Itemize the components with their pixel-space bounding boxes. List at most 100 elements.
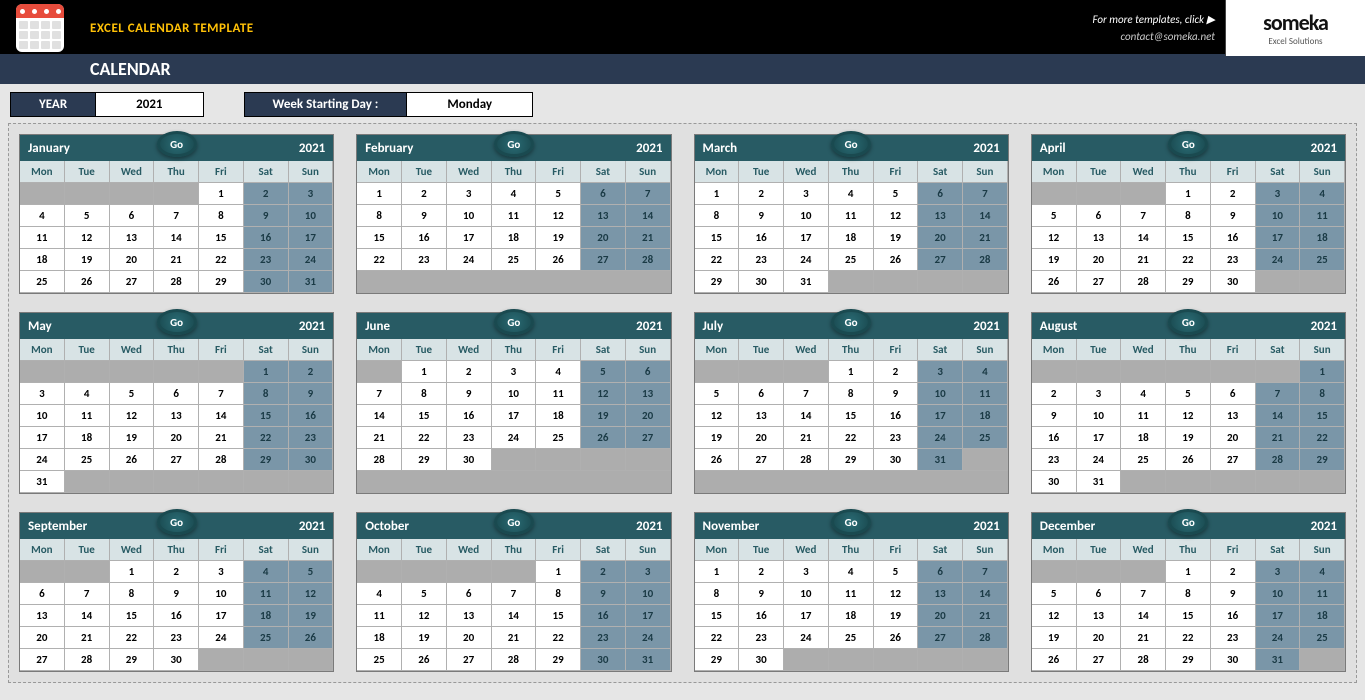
day-cell[interactable]: 27: [1077, 271, 1122, 293]
day-cell[interactable]: 4: [357, 583, 402, 605]
day-cell[interactable]: 10: [1256, 205, 1301, 227]
day-cell[interactable]: 13: [581, 205, 626, 227]
day-cell[interactable]: 26: [110, 449, 155, 471]
day-cell[interactable]: 16: [244, 227, 289, 249]
day-cell[interactable]: 26: [874, 627, 919, 649]
day-cell[interactable]: 24: [199, 627, 244, 649]
day-cell[interactable]: 7: [1256, 383, 1301, 405]
day-cell[interactable]: 17: [199, 605, 244, 627]
day-cell[interactable]: 6: [1077, 583, 1122, 605]
day-cell[interactable]: 13: [447, 605, 492, 627]
day-cell[interactable]: 9: [739, 583, 784, 605]
day-cell[interactable]: 19: [289, 605, 334, 627]
day-cell[interactable]: 17: [447, 227, 492, 249]
day-cell[interactable]: 19: [1032, 249, 1077, 271]
day-cell[interactable]: 16: [739, 605, 784, 627]
day-cell[interactable]: 14: [1256, 405, 1301, 427]
day-cell[interactable]: 2: [447, 361, 492, 383]
day-cell[interactable]: 1: [1166, 183, 1211, 205]
day-cell[interactable]: 22: [1300, 427, 1345, 449]
day-cell[interactable]: 12: [65, 227, 110, 249]
day-cell[interactable]: 10: [447, 205, 492, 227]
day-cell[interactable]: 25: [1300, 249, 1345, 271]
day-cell[interactable]: 3: [289, 183, 334, 205]
go-button[interactable]: Go: [157, 509, 197, 535]
day-cell[interactable]: 7: [65, 583, 110, 605]
day-cell[interactable]: 18: [244, 605, 289, 627]
day-cell[interactable]: 19: [402, 627, 447, 649]
day-cell[interactable]: 3: [199, 561, 244, 583]
day-cell[interactable]: 1: [1166, 561, 1211, 583]
day-cell[interactable]: 23: [402, 249, 447, 271]
day-cell[interactable]: 22: [199, 249, 244, 271]
day-cell[interactable]: 7: [492, 583, 537, 605]
day-cell[interactable]: 12: [289, 583, 334, 605]
day-cell[interactable]: 1: [357, 183, 402, 205]
day-cell[interactable]: 29: [110, 649, 155, 671]
day-cell[interactable]: 24: [626, 627, 671, 649]
day-cell[interactable]: 22: [829, 427, 874, 449]
go-button[interactable]: Go: [831, 509, 871, 535]
day-cell[interactable]: 23: [1211, 249, 1256, 271]
day-cell[interactable]: 21: [154, 249, 199, 271]
day-cell[interactable]: 20: [581, 227, 626, 249]
day-cell[interactable]: 28: [963, 627, 1008, 649]
day-cell[interactable]: 12: [110, 405, 155, 427]
day-cell[interactable]: 1: [695, 561, 740, 583]
day-cell[interactable]: 13: [739, 405, 784, 427]
day-cell[interactable]: 12: [581, 383, 626, 405]
day-cell[interactable]: 7: [1121, 205, 1166, 227]
day-cell[interactable]: 10: [289, 205, 334, 227]
day-cell[interactable]: 24: [784, 627, 829, 649]
day-cell[interactable]: 18: [829, 227, 874, 249]
day-cell[interactable]: 11: [963, 383, 1008, 405]
day-cell[interactable]: 20: [1211, 427, 1256, 449]
day-cell[interactable]: 8: [1300, 383, 1345, 405]
day-cell[interactable]: 10: [626, 583, 671, 605]
day-cell[interactable]: 15: [695, 227, 740, 249]
day-cell[interactable]: 26: [695, 449, 740, 471]
day-cell[interactable]: 11: [65, 405, 110, 427]
day-cell[interactable]: 6: [739, 383, 784, 405]
day-cell[interactable]: 7: [357, 383, 402, 405]
day-cell[interactable]: 6: [1077, 205, 1122, 227]
go-button[interactable]: Go: [831, 309, 871, 335]
day-cell[interactable]: 19: [1166, 427, 1211, 449]
day-cell[interactable]: 3: [492, 361, 537, 383]
day-cell[interactable]: 18: [536, 405, 581, 427]
day-cell[interactable]: 19: [110, 427, 155, 449]
day-cell[interactable]: 10: [1256, 583, 1301, 605]
day-cell[interactable]: 16: [1211, 227, 1256, 249]
day-cell[interactable]: 25: [244, 627, 289, 649]
day-cell[interactable]: 25: [1300, 627, 1345, 649]
day-cell[interactable]: 24: [918, 427, 963, 449]
day-cell[interactable]: 30: [1211, 649, 1256, 671]
day-cell[interactable]: 1: [244, 361, 289, 383]
day-cell[interactable]: 5: [581, 361, 626, 383]
day-cell[interactable]: 27: [447, 649, 492, 671]
day-cell[interactable]: 29: [695, 649, 740, 671]
day-cell[interactable]: 31: [1077, 471, 1122, 493]
day-cell[interactable]: 23: [289, 427, 334, 449]
day-cell[interactable]: 23: [447, 427, 492, 449]
day-cell[interactable]: 24: [492, 427, 537, 449]
day-cell[interactable]: 8: [199, 205, 244, 227]
day-cell[interactable]: 10: [784, 205, 829, 227]
go-button[interactable]: Go: [494, 309, 534, 335]
day-cell[interactable]: 18: [492, 227, 537, 249]
day-cell[interactable]: 14: [357, 405, 402, 427]
day-cell[interactable]: 26: [874, 249, 919, 271]
day-cell[interactable]: 11: [829, 583, 874, 605]
day-cell[interactable]: 19: [1032, 627, 1077, 649]
day-cell[interactable]: 16: [402, 227, 447, 249]
day-cell[interactable]: 6: [626, 361, 671, 383]
day-cell[interactable]: 6: [20, 583, 65, 605]
day-cell[interactable]: 30: [447, 449, 492, 471]
day-cell[interactable]: 2: [1032, 383, 1077, 405]
day-cell[interactable]: 11: [244, 583, 289, 605]
day-cell[interactable]: 12: [874, 205, 919, 227]
day-cell[interactable]: 29: [695, 271, 740, 293]
day-cell[interactable]: 3: [1256, 183, 1301, 205]
day-cell[interactable]: 29: [199, 271, 244, 293]
day-cell[interactable]: 22: [1166, 249, 1211, 271]
